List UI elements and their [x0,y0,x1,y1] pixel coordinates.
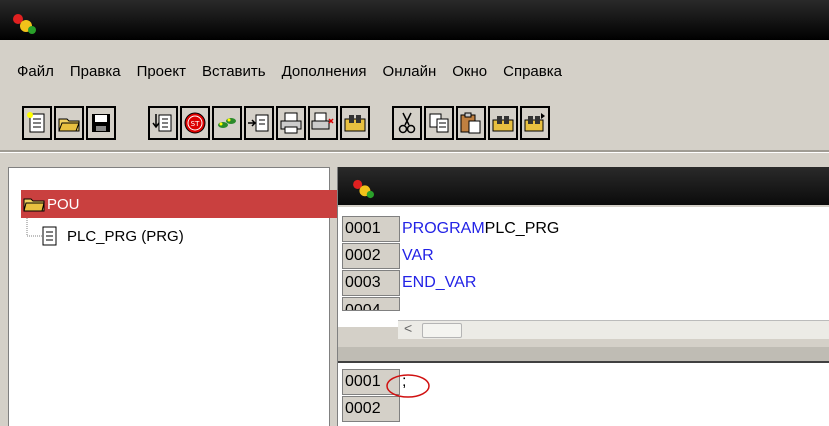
print-button[interactable] [276,106,306,140]
menu-file[interactable]: Файл [0,63,62,80]
folder-open-icon [23,198,45,212]
copy-icon [429,113,449,133]
copy-button[interactable] [424,106,454,140]
title-bar [0,0,829,40]
open-button[interactable] [54,106,84,140]
menu-insert[interactable]: Вставить [194,63,274,80]
print-preview-button[interactable] [308,106,338,140]
step-icon [248,114,269,132]
toolbar: ST [0,106,829,144]
menu-edit[interactable]: Правка [62,63,129,80]
cut-button[interactable] [392,106,422,140]
code-line: VAR [402,243,434,269]
find-next-icon [492,116,514,132]
menu-extras[interactable]: Дополнения [274,63,375,80]
line-number: 0004 [342,297,400,311]
replace-icon [524,113,545,132]
paste-icon [460,112,481,134]
compile-icon [152,114,172,132]
find-next-button[interactable] [488,106,518,140]
scroll-thumb[interactable] [422,323,462,338]
menu-bar: Файл Правка Проект Вставить Дополнения О… [0,58,829,84]
cut-icon [398,112,416,134]
menu-online[interactable]: Онлайн [375,63,445,80]
line-number: 0001 [342,216,400,242]
code-keyword: END_VAR [402,274,477,291]
line-number: 0002 [342,243,400,269]
find-button[interactable] [340,106,370,140]
horizontal-scrollbar[interactable]: < [398,320,829,339]
code-line: PROGRAM PLC_PRG [402,216,559,242]
tree-item-pou[interactable]: POU [21,190,337,218]
tree-item-plc-prg[interactable]: PLC_PRG (PRG) [41,222,184,250]
menu-window[interactable]: Окно [444,63,495,80]
tree-item-pou-label: POU [47,195,80,213]
editor-title-bar [338,167,829,205]
app-logo-icon [13,14,36,34]
run-button[interactable] [212,106,242,140]
editor-logo-icon [353,179,374,199]
editor-window: 0001 PROGRAM PLC_PRG 0002 VAR 0003 END_V… [337,167,829,426]
new-icon [27,112,45,133]
stop-button[interactable]: ST [180,106,210,140]
print-preview-icon [311,112,334,130]
replace-button[interactable] [520,106,550,140]
save-button[interactable] [86,106,116,140]
menu-project[interactable]: Проект [129,63,194,80]
pou-tree-panel: POU PLC_PRG (PRG) [8,167,337,426]
new-button[interactable] [22,106,52,140]
save-icon [92,114,110,132]
find-icon [344,115,366,132]
print-icon [280,112,302,134]
paste-button[interactable] [456,106,486,140]
code-keyword: PROGRAM [402,220,485,237]
line-number: 0003 [342,270,400,296]
code-line: END_VAR [402,270,476,296]
highlight-ellipse [386,374,430,398]
menu-help[interactable]: Справка [495,63,570,80]
stop-icon: ST [184,112,206,134]
code-text: PLC_PRG [484,220,560,237]
scroll-left-icon[interactable]: < [404,320,412,336]
editor-splitter[interactable] [338,347,829,363]
declaration-editor[interactable]: 0001 PROGRAM PLC_PRG 0002 VAR 0003 END_V… [338,207,829,327]
toolbar-separator [0,150,829,153]
document-icon [42,226,57,246]
tree-item-plc-prg-label: PLC_PRG (PRG) [67,227,184,245]
step-button[interactable] [244,106,274,140]
compile-button[interactable] [148,106,178,140]
svg-text:ST: ST [191,120,200,128]
code-keyword: VAR [402,247,434,264]
open-icon [58,118,80,132]
run-icon [218,118,236,128]
